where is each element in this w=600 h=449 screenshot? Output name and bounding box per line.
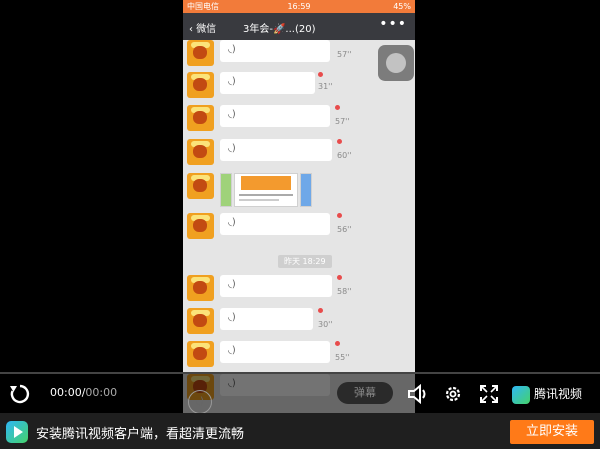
status-bar: 中国电信 16:59 45%: [183, 0, 415, 13]
voice-duration: 57'': [337, 50, 352, 59]
promo-text: 安装腾讯视频客户端，看超清更流畅: [36, 427, 245, 442]
video-progress-bar[interactable]: [0, 372, 600, 374]
clock: 16:59: [287, 2, 311, 11]
voice-bubble[interactable]: ◟): [220, 72, 315, 94]
voice-wave-icon: ◟): [228, 345, 236, 356]
voice-bubble[interactable]: ◟): [220, 40, 330, 62]
image-banner: [241, 176, 291, 190]
unread-dot: [337, 275, 342, 280]
voice-duration: 30'': [318, 320, 333, 329]
voice-wave-icon: ◟): [228, 109, 236, 120]
avatar[interactable]: [187, 105, 214, 131]
chat-message: ◟) 60'': [187, 139, 415, 167]
volume-icon[interactable]: [407, 384, 429, 404]
unread-dot: [335, 105, 340, 110]
playback-time: 00:00/00:00: [50, 386, 118, 399]
chat-message: [187, 173, 415, 207]
unread-dot: [337, 139, 342, 144]
chat-title: 3年会-🚀...(20): [243, 24, 316, 35]
voice-bubble[interactable]: ◟): [220, 213, 330, 235]
fullscreen-icon[interactable]: [479, 384, 499, 404]
voice-duration: 60'': [337, 151, 352, 160]
voice-duration: 58'': [337, 287, 352, 296]
voice-bubble[interactable]: ◟): [220, 341, 330, 363]
image-thumbnail[interactable]: [234, 173, 298, 207]
brand-name: 腾讯视频: [534, 387, 583, 401]
avatar[interactable]: [187, 72, 214, 98]
unread-dot: [337, 213, 342, 218]
unread-dot: [335, 341, 340, 346]
total-time: 00:00: [85, 386, 118, 399]
voice-wave-icon: ◟): [228, 217, 236, 228]
avatar[interactable]: [187, 341, 214, 367]
voice-bubble[interactable]: ◟): [220, 105, 330, 127]
avatar[interactable]: [187, 139, 214, 165]
more-dots-icon[interactable]: •••: [379, 16, 407, 32]
current-time: 00:00: [50, 386, 82, 399]
tencent-video-app-icon: [6, 421, 28, 443]
battery-level: 45%: [393, 2, 411, 11]
tencent-video-brand[interactable]: 腾讯视频: [512, 385, 582, 404]
avatar[interactable]: [187, 40, 214, 66]
voice-wave-icon: ◟): [228, 44, 236, 55]
chat-message: ◟) 56'': [187, 213, 415, 241]
unread-dot: [318, 308, 323, 313]
back-button[interactable]: ‹ 微信: [189, 20, 216, 35]
tencent-video-logo-icon: [512, 385, 530, 404]
voice-bubble[interactable]: ◟): [220, 308, 313, 330]
settings-gear-icon[interactable]: [443, 384, 463, 404]
voice-input-icon: ◟): [188, 390, 212, 414]
avatar[interactable]: [187, 308, 214, 334]
floating-assistive-button[interactable]: [378, 45, 414, 81]
voice-duration: 31'': [318, 82, 333, 91]
voice-wave-icon: ◟): [228, 76, 236, 87]
voice-duration: 56'': [337, 225, 352, 234]
chat-message: ◟) 58'': [187, 275, 415, 303]
install-now-button[interactable]: 立即安装: [510, 420, 594, 444]
install-promo-bar: 安装腾讯视频客户端，看超清更流畅 立即安装: [0, 413, 600, 449]
barrage-input[interactable]: 弹幕: [337, 382, 393, 404]
image-text-line: [239, 199, 279, 201]
image-thumbnail[interactable]: [300, 173, 312, 207]
floating-button-dot: [386, 53, 406, 73]
voice-bubble[interactable]: ◟): [220, 139, 332, 161]
voice-wave-icon: ◟): [228, 279, 236, 290]
chat-message: ◟) 30'': [187, 308, 415, 336]
avatar[interactable]: [187, 275, 214, 301]
chat-nav-bar: ‹ 微信 3年会-🚀...(20) •••: [183, 13, 415, 40]
replay-icon[interactable]: [9, 383, 31, 405]
avatar[interactable]: [187, 213, 214, 239]
avatar[interactable]: [187, 173, 214, 199]
voice-wave-icon: ◟): [228, 143, 236, 154]
image-thumbnail[interactable]: [220, 173, 232, 207]
chat-message: ◟) 55'': [187, 341, 415, 369]
voice-wave-icon: ◟): [228, 312, 236, 323]
unread-dot: [318, 72, 323, 77]
image-text-line: [239, 194, 293, 196]
voice-bubble[interactable]: ◟): [220, 275, 332, 297]
chat-message: ◟) 57'': [187, 105, 415, 133]
voice-duration: 55'': [335, 353, 350, 362]
voice-duration: 57'': [335, 117, 350, 126]
chat-timestamp: 昨天 18:29: [278, 255, 332, 268]
back-label: 微信: [196, 24, 217, 35]
